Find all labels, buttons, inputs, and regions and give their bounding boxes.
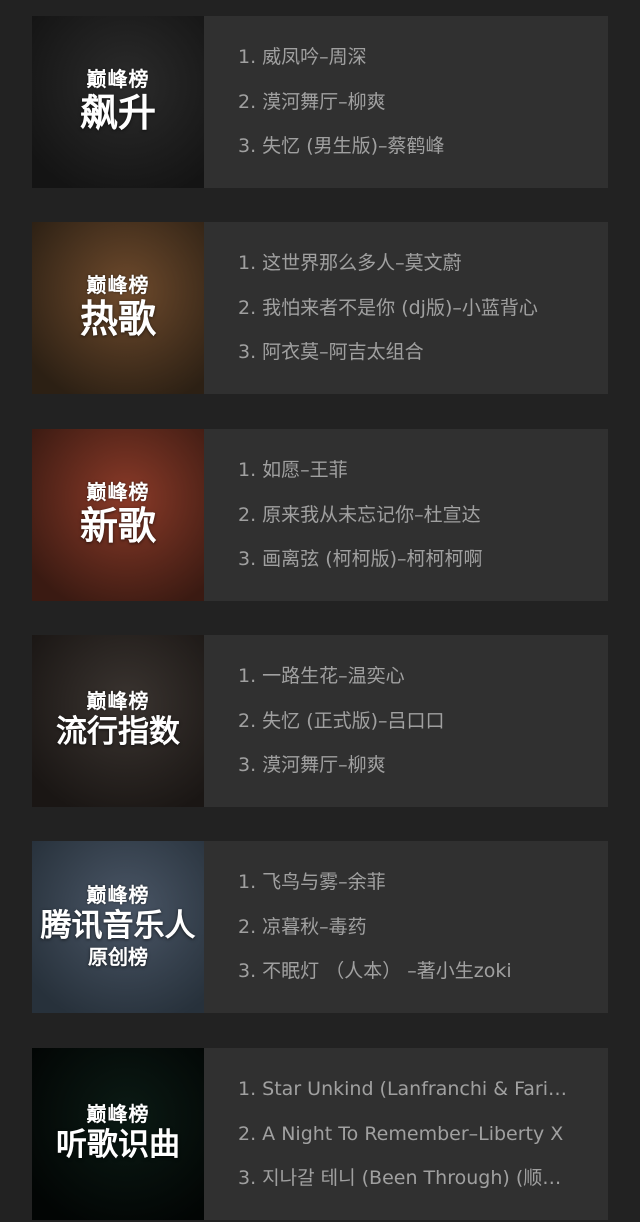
- song-list: 1. 一路生花–温奕心 2. 失忆 (正式版)–吕口口 3. 漠河舞厅–柳爽: [204, 635, 608, 807]
- song-item[interactable]: 2. 凉暮秋–毒药: [238, 905, 572, 950]
- song-item[interactable]: 2. A Night To Remember–Liberty X: [238, 1112, 572, 1157]
- song-list: 1. 这世界那么多人–莫文蔚 2. 我怕来者不是你 (dj版)–小蓝背心 3. 阿衣…: [204, 222, 608, 394]
- toplist-name: 腾讯音乐人: [40, 908, 196, 944]
- toplist-name: 听歌识曲: [56, 1127, 180, 1163]
- song-item[interactable]: 3. 失忆 (男生版)–蔡鹤峰: [238, 124, 572, 169]
- toplist-card[interactable]: 巅峰榜 流行指数 1. 一路生花–温奕心 2. 失忆 (正式版)–吕口口 3. 漠河舞厅…: [32, 635, 608, 807]
- toplist-card[interactable]: 巅峰榜 腾讯音乐人 原创榜 1. 飞鸟与雾–余菲 2. 凉暮秋–毒药 3. 不眠灯 （人本…: [32, 841, 608, 1013]
- toplist: 巅峰榜 飙升 1. 威凤吟–周深 2. 漠河舞厅–柳爽 3. 失忆 (男生版)–蔡鹤峰巅…: [0, 0, 640, 1222]
- song-item[interactable]: 2. 失忆 (正式版)–吕口口: [238, 699, 572, 744]
- toplist-cover[interactable]: 巅峰榜 听歌识曲: [32, 1048, 204, 1220]
- song-list: 1. 飞鸟与雾–余菲 2. 凉暮秋–毒药 3. 不眠灯 （人本） –著小生zoki: [204, 841, 608, 1013]
- song-item[interactable]: 2. 漠河舞厅–柳爽: [238, 80, 572, 125]
- song-item[interactable]: 3. 漠河舞厅–柳爽: [238, 743, 572, 788]
- toplist-card[interactable]: 巅峰榜 热歌 1. 这世界那么多人–莫文蔚 2. 我怕来者不是你 (dj版)–小蓝背心…: [32, 222, 608, 394]
- song-list: 1. 如愿–王菲 2. 原来我从未忘记你–杜宣达 3. 画离弦 (柯柯版)–柯柯柯啊: [204, 429, 608, 601]
- toplist-brand-logo: 巅峰榜: [86, 883, 150, 907]
- toplist-card[interactable]: 巅峰榜 飙升 1. 威凤吟–周深 2. 漠河舞厅–柳爽 3. 失忆 (男生版)–蔡鹤峰: [32, 16, 608, 188]
- toplist-brand-logo: 巅峰榜: [86, 1102, 150, 1126]
- song-item[interactable]: 1. 威凤吟–周深: [238, 35, 572, 80]
- toplist-name: 飙升: [79, 91, 156, 135]
- toplist-card[interactable]: 巅峰榜 听歌识曲 1. Star Unkind (Lanfranchi & Fari…: [32, 1048, 608, 1220]
- song-list: 1. Star Unkind (Lanfranchi & Farina Remi…: [204, 1048, 608, 1220]
- song-item[interactable]: 1. 飞鸟与雾–余菲: [238, 860, 572, 905]
- song-item[interactable]: 1. 如愿–王菲: [238, 448, 572, 493]
- toplist-brand-logo: 巅峰榜: [86, 273, 150, 297]
- toplist-cover[interactable]: 巅峰榜 飙升: [32, 16, 204, 188]
- toplist-brand-logo: 巅峰榜: [86, 67, 150, 91]
- toplist-name: 流行指数: [56, 714, 180, 750]
- song-item[interactable]: 1. 一路生花–温奕心: [238, 654, 572, 699]
- toplist-cover[interactable]: 巅峰榜 流行指数: [32, 635, 204, 807]
- song-item[interactable]: 3. 不眠灯 （人本） –著小生zoki: [238, 949, 572, 994]
- song-item[interactable]: 1. 这世界那么多人–莫文蔚: [238, 241, 572, 286]
- toplist-subname: 原创榜: [88, 945, 148, 969]
- song-item[interactable]: 3. 阿衣莫–阿吉太组合: [238, 330, 572, 375]
- song-item[interactable]: 2. 原来我从未忘记你–杜宣达: [238, 493, 572, 538]
- toplist-name: 新歌: [79, 504, 156, 548]
- toplist-brand-logo: 巅峰榜: [86, 480, 150, 504]
- toplist-cover[interactable]: 巅峰榜 热歌: [32, 222, 204, 394]
- song-item[interactable]: 3. 지나갈 테니 (Been Through) (顺便告别): [238, 1156, 572, 1201]
- song-list: 1. 威凤吟–周深 2. 漠河舞厅–柳爽 3. 失忆 (男生版)–蔡鹤峰: [204, 16, 608, 188]
- toplist-brand-logo: 巅峰榜: [86, 689, 150, 713]
- song-item[interactable]: 1. Star Unkind (Lanfranchi & Farina Remi…: [238, 1067, 572, 1112]
- toplist-cover[interactable]: 巅峰榜 新歌: [32, 429, 204, 601]
- song-item[interactable]: 3. 画离弦 (柯柯版)–柯柯柯啊: [238, 537, 572, 582]
- toplist-card[interactable]: 巅峰榜 新歌 1. 如愿–王菲 2. 原来我从未忘记你–杜宣达 3. 画离弦 (柯柯版)…: [32, 429, 608, 601]
- song-item[interactable]: 2. 我怕来者不是你 (dj版)–小蓝背心: [238, 286, 572, 331]
- toplist-name: 热歌: [79, 297, 156, 341]
- toplist-cover[interactable]: 巅峰榜 腾讯音乐人 原创榜: [32, 841, 204, 1013]
